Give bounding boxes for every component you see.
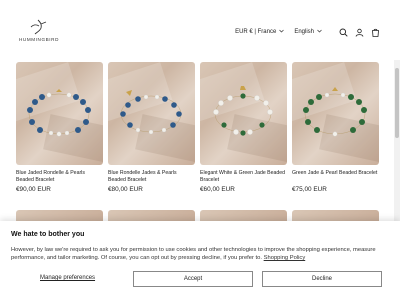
currency-label: EUR € | France — [235, 29, 277, 35]
search-icon[interactable] — [338, 27, 348, 37]
chevron-down-icon — [279, 29, 285, 35]
product-title[interactable]: Blue Jaded Rondelle & Pearls Beaded Brac… — [16, 170, 103, 184]
scrollbar-thumb[interactable] — [395, 68, 399, 138]
decline-button[interactable]: Decline — [262, 271, 382, 287]
product-price: €90,00 EUR — [16, 186, 51, 193]
cookie-banner: We hate to bother you However, by law we… — [0, 221, 400, 300]
chevron-down-icon — [317, 29, 322, 35]
product-image[interactable] — [292, 62, 379, 165]
product-price: €75,00 EUR — [292, 186, 327, 193]
accept-button[interactable]: Accept — [133, 271, 253, 287]
cookie-body: However, by law we're required to ask yo… — [11, 247, 376, 261]
product-title[interactable]: Blue Rondelle Jades & Pearls Beaded Brac… — [108, 170, 195, 184]
bracelet-green-image — [303, 87, 367, 137]
site-header: HUMMINGBIRD EUR € | France English — [0, 0, 400, 60]
language-label: English — [294, 29, 314, 35]
bracelet-blue-image — [27, 89, 91, 137]
hummingbird-icon — [30, 19, 47, 35]
cookie-text: However, by law we're required to ask yo… — [11, 246, 391, 262]
bracelet-green-white-image — [213, 86, 273, 136]
store-logo[interactable]: HUMMINGBIRD — [18, 18, 60, 46]
product-image[interactable] — [16, 62, 103, 165]
currency-selector[interactable]: EUR € | France — [235, 29, 285, 35]
product-price: €80,00 EUR — [108, 186, 143, 193]
logo-text: HUMMINGBIRD — [18, 37, 60, 42]
cookie-heading: We hate to bother you — [11, 231, 85, 238]
product-image[interactable] — [108, 62, 195, 165]
language-selector[interactable]: English — [294, 29, 322, 35]
manage-preferences-button[interactable]: Manage preferences — [40, 275, 95, 281]
product-image[interactable] — [200, 62, 287, 165]
bracelet-blue-image — [120, 90, 182, 135]
product-title[interactable]: Green Jade & Pearl Beaded Bracelet — [292, 170, 379, 177]
product-price: €60,00 EUR — [200, 186, 235, 193]
shopping-policy-link[interactable]: Shopping Policy — [264, 255, 306, 261]
header-controls: EUR € | France English — [235, 26, 380, 38]
cart-icon[interactable] — [370, 27, 380, 37]
product-title[interactable]: Elegant White & Green Jade Beaded Bracel… — [200, 170, 287, 184]
account-icon[interactable] — [354, 27, 364, 37]
